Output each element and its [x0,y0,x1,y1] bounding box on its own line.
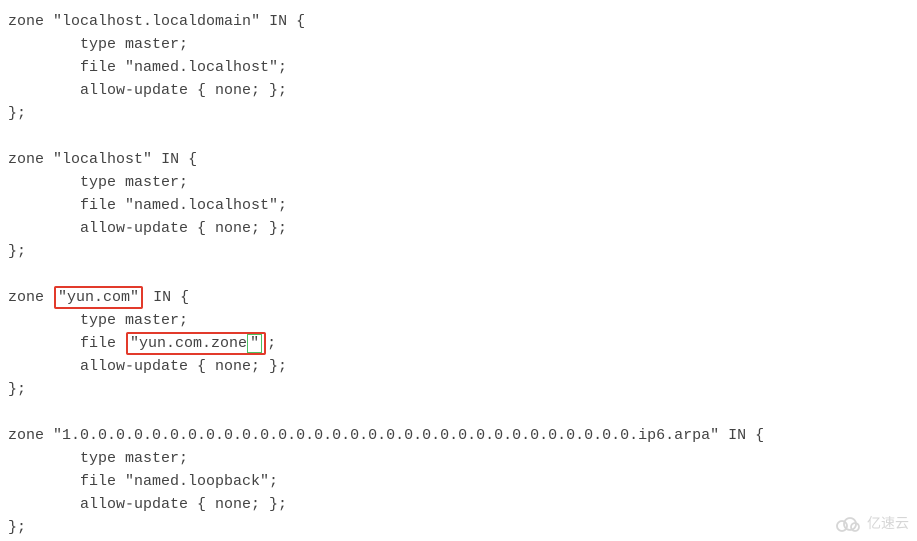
watermark: 亿速云 [833,512,909,535]
allow-line: allow-update { none; }; [8,496,287,513]
file-line: file "named.loopback"; [8,473,278,490]
close-line: }; [8,381,26,398]
close-line: }; [8,243,26,260]
close-line: }; [8,105,26,122]
zone-name: "localhost.localdomain" [53,13,260,30]
in-open: IN { [153,289,189,306]
file-line: file "named.localhost"; [8,197,287,214]
watermark-text: 亿速云 [867,512,909,535]
cloud-icon [833,515,861,533]
in-open: IN { [269,13,305,30]
zone-kw: zone [8,13,44,30]
zone-kw: zone [8,289,44,306]
file-line: file "named.localhost"; [8,59,287,76]
file-text: "yun.com.zone [130,335,247,352]
zone-kw: zone [8,151,44,168]
allow-line: allow-update { none; }; [8,358,287,375]
zone-name: "localhost" [53,151,152,168]
type-line: type master; [8,174,188,191]
type-line: type master; [8,450,188,467]
file-tail: ; [267,335,276,352]
in-open: IN { [728,427,764,444]
quote-highlight: " [247,334,262,353]
zone-name: "1.0.0.0.0.0.0.0.0.0.0.0.0.0.0.0.0.0.0.0… [53,427,719,444]
zone-name-highlight: "yun.com" [54,286,143,309]
config-code: zone "localhost.localdomain" IN { type m… [0,0,917,541]
type-line: type master; [8,312,188,329]
allow-line: allow-update { none; }; [8,220,287,237]
zone-file-highlight: "yun.com.zone" [126,332,266,355]
close-line: }; [8,519,26,536]
zone-kw: zone [8,427,44,444]
type-line: type master; [8,36,188,53]
file-pre: file [8,335,125,352]
in-open: IN { [161,151,197,168]
allow-line: allow-update { none; }; [8,82,287,99]
